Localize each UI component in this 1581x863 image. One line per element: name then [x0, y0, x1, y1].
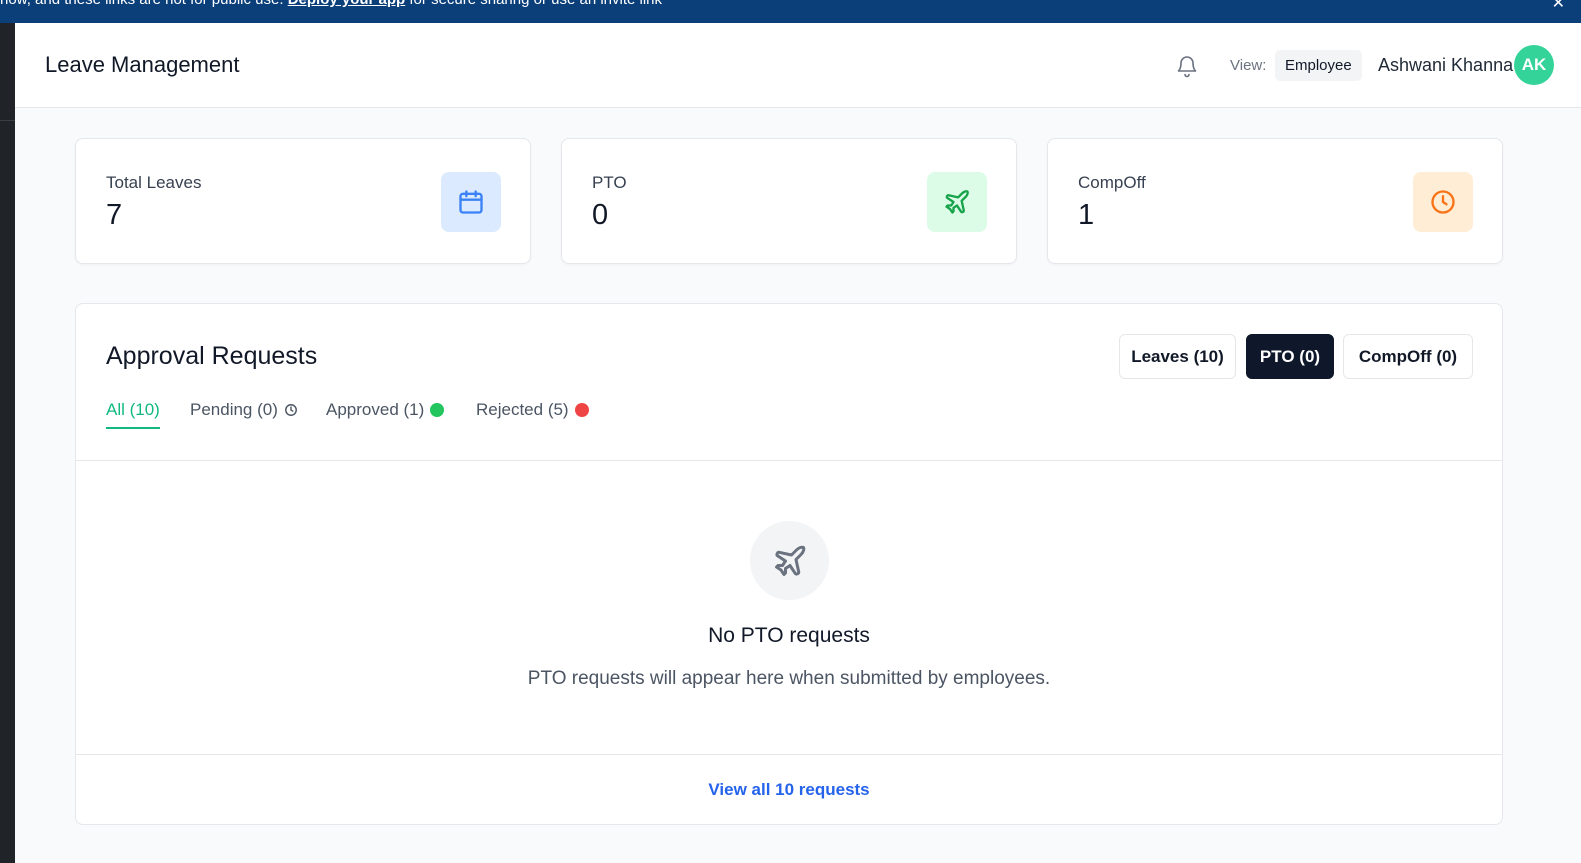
divider	[76, 460, 1502, 461]
banner-text-after: for secure sharing or use an invite link	[409, 0, 662, 8]
empty-state-title: No PTO requests	[708, 624, 870, 647]
top-banner: now, and these links are not for public …	[0, 0, 1581, 23]
stat-card-compoff: CompOff 1	[1047, 138, 1503, 264]
stat-card-total-leaves: Total Leaves 7	[75, 138, 531, 264]
stat-label: PTO	[592, 173, 627, 192]
pto-type-button[interactable]: PTO (0)	[1246, 334, 1334, 379]
stat-value: 1	[1078, 199, 1095, 231]
clock-icon	[1413, 172, 1473, 232]
plane-icon	[927, 172, 987, 232]
stat-label: Total Leaves	[106, 173, 202, 192]
divider	[76, 754, 1502, 755]
plane-icon	[750, 521, 829, 600]
filter-tab-all[interactable]: All (10)	[106, 400, 160, 429]
calendar-icon	[441, 172, 501, 232]
filter-label: Rejected (5)	[476, 400, 569, 419]
filter-label: Pending (0)	[190, 400, 278, 419]
filter-label: Approved (1)	[326, 400, 425, 419]
empty-state-subtitle: PTO requests will appear here when submi…	[527, 668, 1051, 689]
stat-value: 0	[592, 199, 609, 231]
section-title: Approval Requests	[106, 342, 318, 370]
red-dot-icon	[574, 403, 589, 417]
bell-icon[interactable]	[1175, 53, 1199, 79]
header: Leave Management View: Employee Ashwani …	[15, 23, 1581, 108]
user-name[interactable]: Ashwani Khanna	[1378, 55, 1513, 76]
avatar[interactable]: AK	[1514, 45, 1554, 85]
leaves-type-button[interactable]: Leaves (10)	[1119, 334, 1236, 379]
active-tab-underline	[106, 427, 160, 429]
view-label: View:	[1230, 57, 1267, 74]
banner-text-before: now, and these links are not for public …	[0, 0, 284, 8]
app-main: Leave Management View: Employee Ashwani …	[15, 23, 1581, 863]
filter-label: All (10)	[106, 400, 160, 419]
filter-tab-approved[interactable]: Approved (1)	[326, 400, 445, 420]
stat-value: 7	[106, 199, 123, 231]
banner-text: now, and these links are not for public …	[0, 0, 662, 8]
close-icon[interactable]: ✕	[1552, 0, 1565, 13]
view-mode-select[interactable]: Employee	[1275, 50, 1362, 81]
stat-card-pto: PTO 0	[561, 138, 1017, 264]
approval-requests-panel: Approval Requests Leaves (10) PTO (0) Co…	[75, 303, 1503, 825]
deploy-app-link[interactable]: Deploy your app	[288, 0, 406, 8]
filter-tab-rejected[interactable]: Rejected (5)	[476, 400, 589, 420]
view-all-requests-link[interactable]: View all 10 requests	[76, 780, 1502, 800]
left-sidebar-strip	[0, 23, 15, 863]
page-title: Leave Management	[45, 52, 240, 77]
compoff-type-button[interactable]: CompOff (0)	[1343, 334, 1473, 379]
green-dot-icon	[430, 403, 445, 417]
clock-icon	[284, 403, 298, 417]
filter-tab-pending[interactable]: Pending (0)	[190, 400, 298, 420]
stat-label: CompOff	[1078, 173, 1146, 192]
